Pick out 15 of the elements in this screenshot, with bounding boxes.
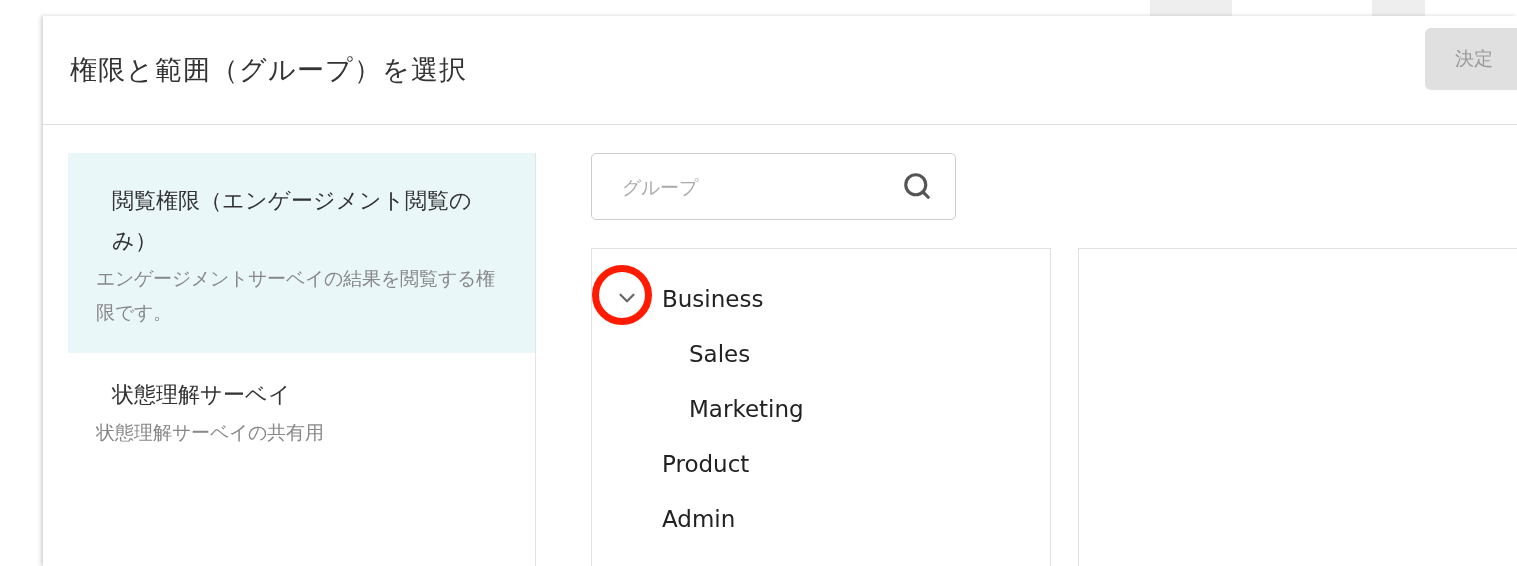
role-name: 状態理解サーベイ [111, 381, 292, 409]
dialog-title: 権限と範囲（グループ）を選択 [70, 53, 467, 87]
role-name: 閲覧権限（エンゲージメント閲覧のみ） [111, 187, 473, 255]
role-item[interactable]: 状態理解サーベイ 状態理解サーベイの共有用 [68, 353, 535, 473]
tree-item[interactable]: Business [662, 285, 764, 312]
tree-item[interactable]: Product [662, 450, 750, 477]
tree-item[interactable]: Admin [662, 505, 736, 532]
role-item[interactable]: 閲覧権限（エンゲージメント閲覧のみ） エンゲージメントサーベイの結果を閲覧する権限です。 [68, 153, 535, 353]
search-field[interactable]: グループ [591, 153, 956, 220]
role-description: エンゲージメントサーベイの結果を閲覧する権限です。 [96, 266, 495, 325]
tree-item[interactable]: Marketing [689, 395, 804, 422]
role-description: 状態理解サーベイの共有用 [96, 420, 325, 445]
tree-item[interactable]: Sales [689, 340, 751, 367]
search-icon[interactable] [902, 171, 932, 201]
header-block [1372, 0, 1425, 16]
